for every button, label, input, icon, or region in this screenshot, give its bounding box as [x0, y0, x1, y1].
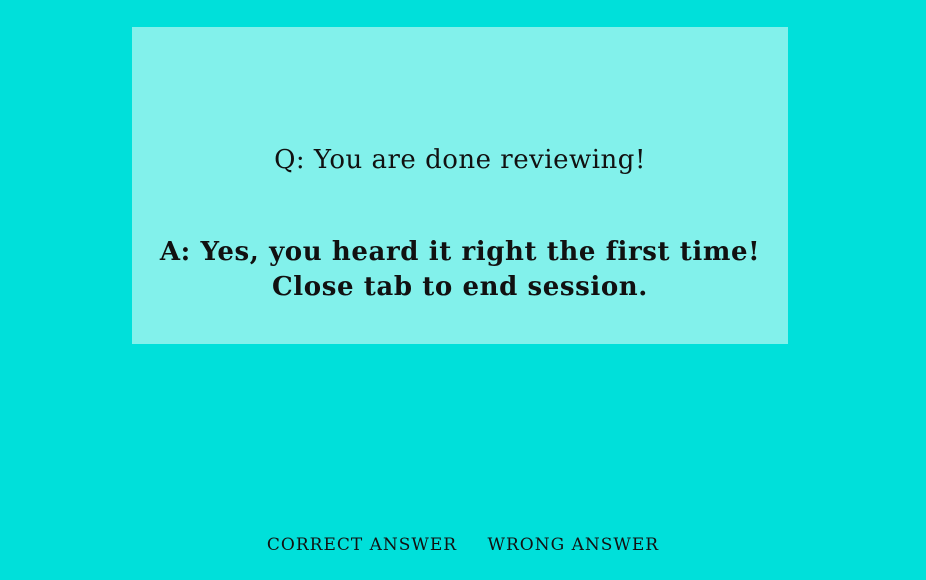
answer-actions: CORRECT ANSWER WRONG ANSWER	[0, 535, 926, 559]
question-text: Q: You are done reviewing!	[274, 145, 646, 175]
answer-text: A: Yes, you heard it right the first tim…	[159, 237, 761, 302]
correct-answer-button[interactable]: CORRECT ANSWER	[257, 535, 467, 555]
review-page: Q: You are done reviewing! A: Yes, you h…	[0, 0, 926, 580]
flashcard: Q: You are done reviewing! A: Yes, you h…	[132, 27, 788, 344]
wrong-answer-button[interactable]: WRONG ANSWER	[478, 535, 670, 555]
